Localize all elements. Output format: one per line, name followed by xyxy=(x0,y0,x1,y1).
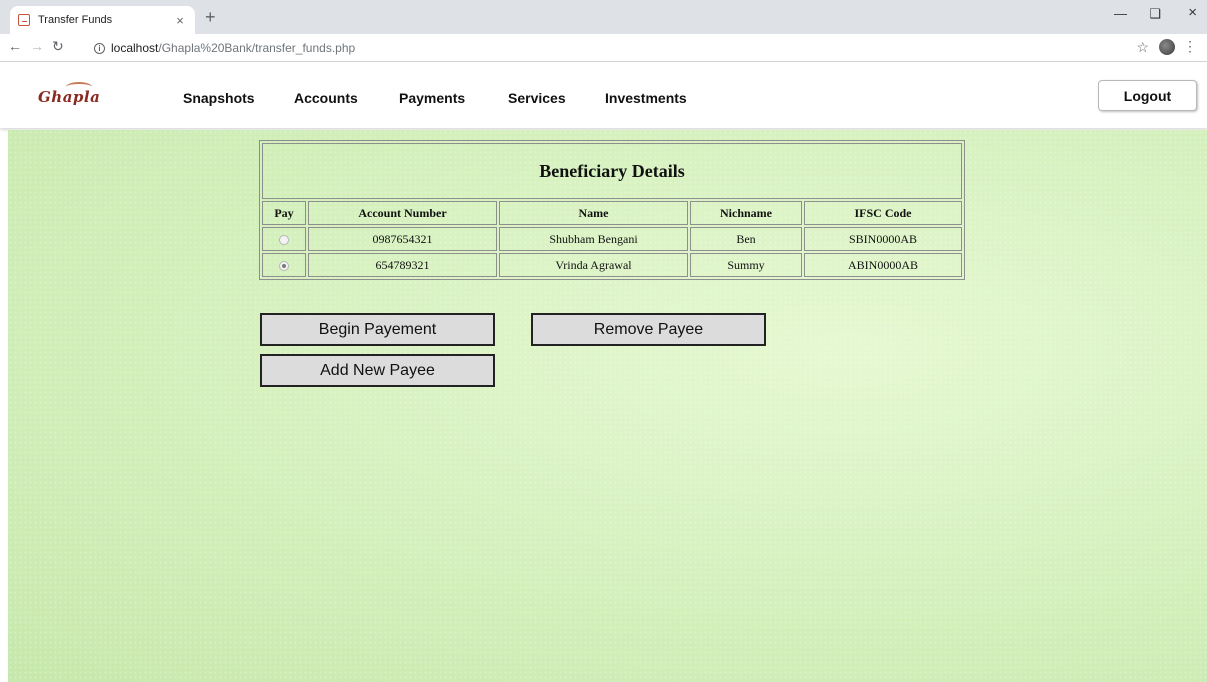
main-nav: Snapshots Accounts Payments Services Inv… xyxy=(183,90,695,106)
account-number-cell: 0987654321 xyxy=(308,227,497,251)
nickname-cell: Summy xyxy=(690,253,802,277)
url-path: /Ghapla%20Bank/transfer_funds.php xyxy=(158,41,356,55)
table-caption-row: Beneficiary Details xyxy=(262,143,962,199)
logo-text: Ghapla xyxy=(38,88,101,106)
column-header-nickname: Nichname xyxy=(690,201,802,225)
ifsc-cell: SBIN0000AB xyxy=(804,227,962,251)
remove-payee-button[interactable]: Remove Payee xyxy=(531,313,766,346)
nav-payments[interactable]: Payments xyxy=(399,90,508,106)
beneficiary-table: Beneficiary Details Pay Account Number N… xyxy=(259,140,965,280)
forward-icon[interactable]: → xyxy=(30,38,44,54)
favicon-icon xyxy=(18,14,30,26)
info-icon[interactable]: i xyxy=(94,42,105,54)
page-content: Beneficiary Details Pay Account Number N… xyxy=(8,130,1207,682)
begin-payment-button[interactable]: Begin Payement xyxy=(260,313,495,346)
profile-avatar-icon[interactable] xyxy=(1159,39,1175,55)
table-row: 0987654321 Shubham Bengani Ben SBIN0000A… xyxy=(262,227,962,251)
reload-icon[interactable]: ↻ xyxy=(52,38,64,55)
new-tab-icon[interactable]: + xyxy=(205,6,216,28)
kebab-menu-icon[interactable]: ⋮ xyxy=(1183,38,1197,55)
url-field[interactable]: i localhost/Ghapla%20Bank/transfer_funds… xyxy=(76,37,1111,59)
browser-tab[interactable]: Transfer Funds × xyxy=(10,6,195,34)
pay-cell xyxy=(262,227,306,251)
back-icon[interactable]: ← xyxy=(8,38,22,54)
window-close-icon[interactable]: × xyxy=(1188,4,1197,21)
nickname-cell: Ben xyxy=(690,227,802,251)
maximize-icon[interactable]: ❑ xyxy=(1149,6,1161,22)
add-new-payee-button[interactable]: Add New Payee xyxy=(260,354,495,387)
table-row: 654789321 Vrinda Agrawal Summy ABIN0000A… xyxy=(262,253,962,277)
name-cell: Vrinda Agrawal xyxy=(499,253,688,277)
nav-services[interactable]: Services xyxy=(508,90,605,106)
column-header-name: Name xyxy=(499,201,688,225)
nav-investments[interactable]: Investments xyxy=(605,90,695,106)
ifsc-cell: ABIN0000AB xyxy=(804,253,962,277)
url-host: localhost xyxy=(111,41,159,55)
table-title: Beneficiary Details xyxy=(262,143,962,199)
tab-close-icon[interactable]: × xyxy=(173,13,187,28)
pay-cell xyxy=(262,253,306,277)
address-bar: ← → ↻ i localhost/Ghapla%20Bank/transfer… xyxy=(0,34,1207,62)
name-cell: Shubham Bengani xyxy=(499,227,688,251)
column-header-account-number: Account Number xyxy=(308,201,497,225)
pay-radio[interactable] xyxy=(279,260,289,271)
column-header-ifsc: IFSC Code xyxy=(804,201,962,225)
tab-title: Transfer Funds xyxy=(38,14,113,26)
url-text: localhost/Ghapla%20Bank/transfer_funds.p… xyxy=(111,41,355,55)
ghapla-logo[interactable]: Ghapla xyxy=(38,82,140,110)
pay-radio[interactable] xyxy=(279,234,289,245)
browser-tab-strip: Transfer Funds × + — ❑ × xyxy=(0,0,1207,34)
site-header: Ghapla Snapshots Accounts Payments Servi… xyxy=(0,62,1207,128)
star-icon[interactable]: ☆ xyxy=(1136,39,1149,56)
column-header-pay: Pay xyxy=(262,201,306,225)
account-number-cell: 654789321 xyxy=(308,253,497,277)
nav-snapshots[interactable]: Snapshots xyxy=(183,90,294,106)
nav-accounts[interactable]: Accounts xyxy=(294,90,399,106)
table-header-row: Pay Account Number Name Nichname IFSC Co… xyxy=(262,201,962,225)
minimize-icon[interactable]: — xyxy=(1114,6,1127,21)
logout-button[interactable]: Logout xyxy=(1098,80,1197,111)
